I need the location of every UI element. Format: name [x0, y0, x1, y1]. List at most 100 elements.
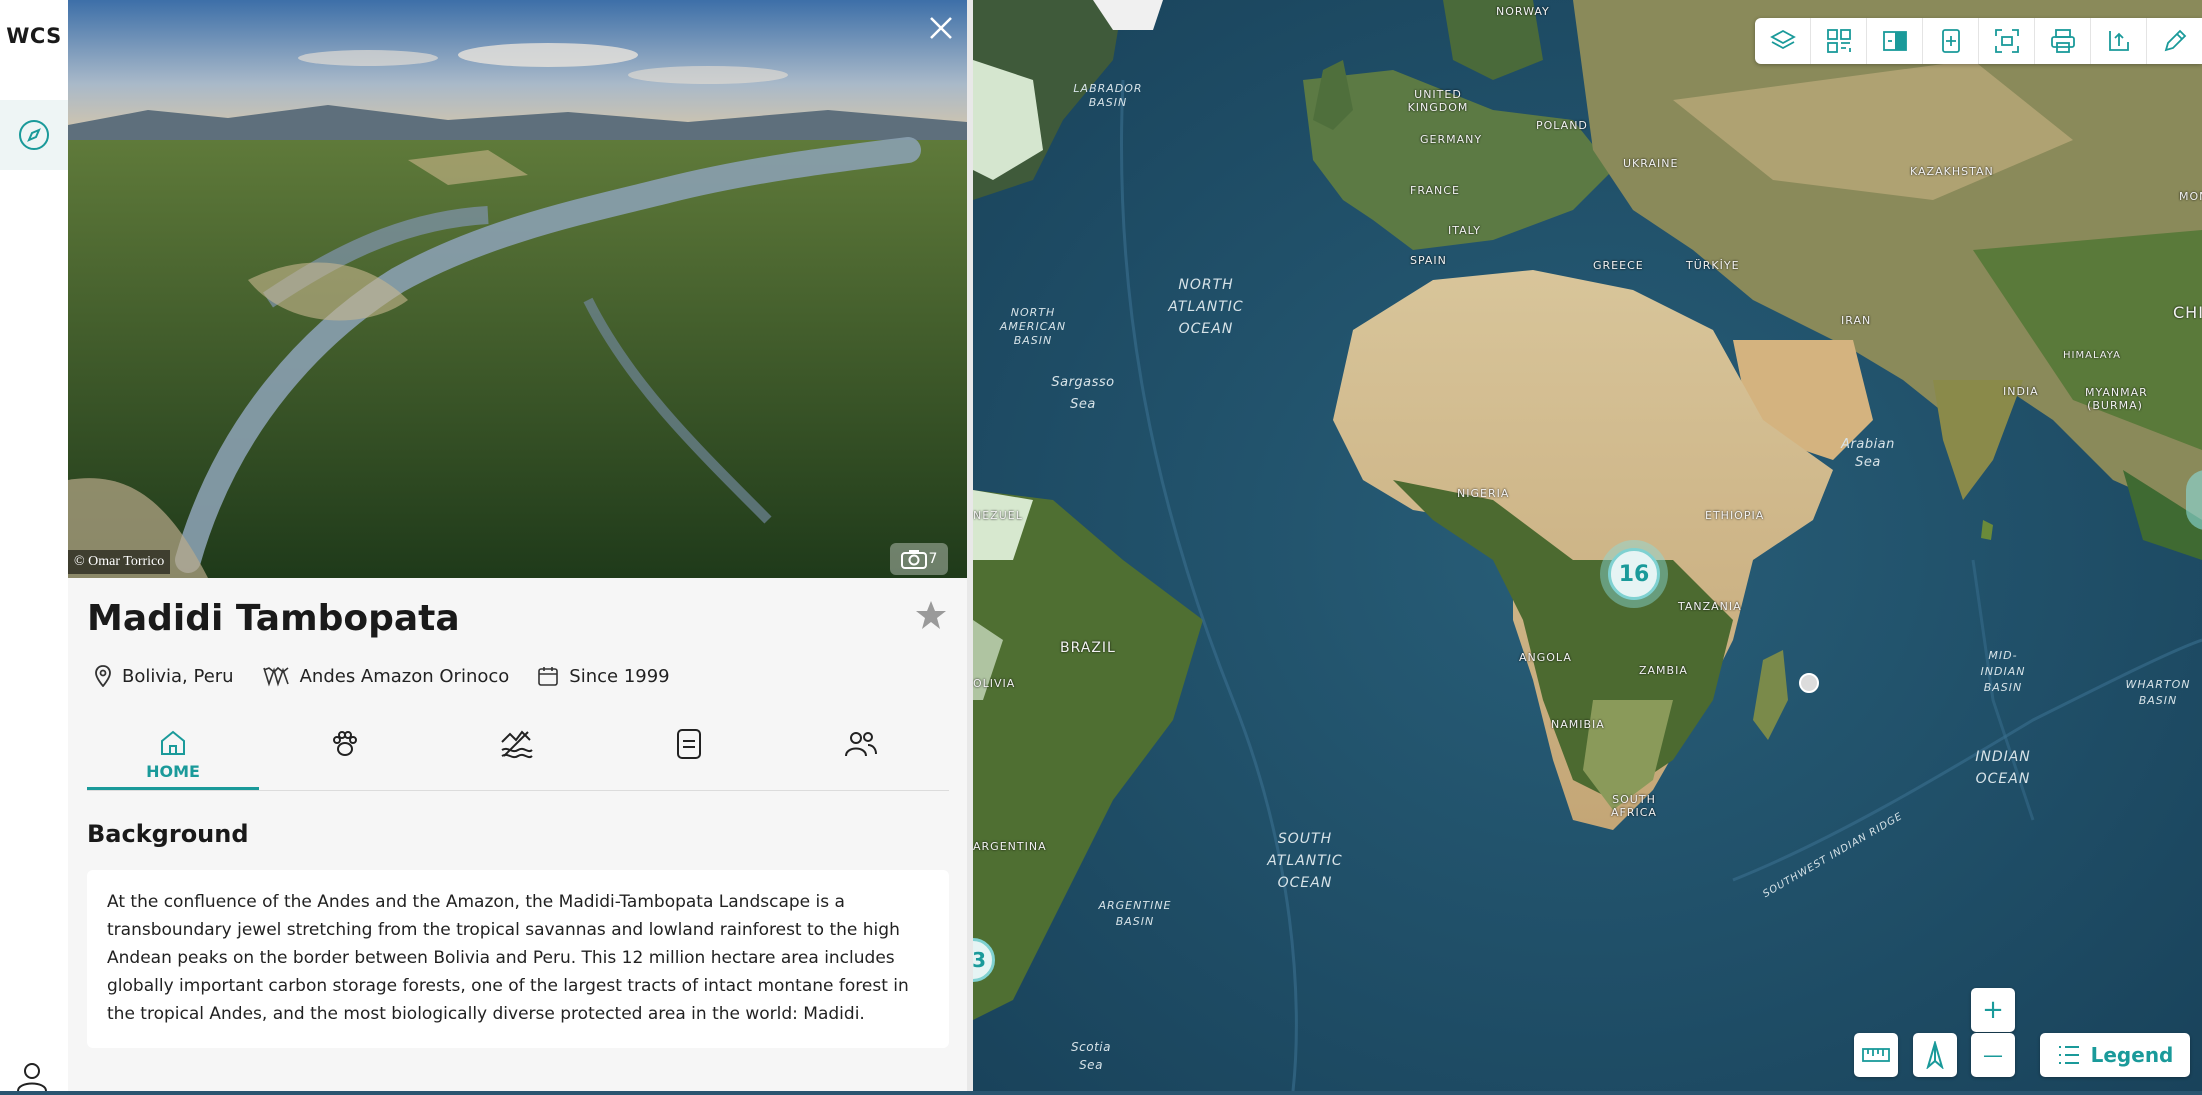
- label-south-atlantic: SOUTH ATLANTIC OCEAN: [1267, 831, 1343, 891]
- panel-divider[interactable]: [967, 0, 973, 1091]
- location-pin-icon: [95, 665, 111, 687]
- region-icon: [262, 666, 289, 687]
- report-button[interactable]: [1923, 18, 1979, 64]
- panel-tabs: HOME: [87, 720, 949, 791]
- country-label: ZAMBIA: [1639, 664, 1688, 677]
- compare-button[interactable]: [1867, 18, 1923, 64]
- compass-north-icon: [1926, 1041, 1944, 1069]
- explore-nav-button[interactable]: [0, 100, 68, 170]
- north-button[interactable]: [1913, 1033, 1957, 1077]
- country-label: CHIN: [2173, 303, 2202, 322]
- meta-since-text: Since 1999: [569, 665, 670, 687]
- layers-button[interactable]: [1755, 18, 1811, 64]
- list-icon: [2058, 1046, 2079, 1064]
- compare-icon: [1882, 31, 1907, 51]
- country-label: NIGERIA: [1457, 487, 1510, 500]
- tab-home[interactable]: HOME: [87, 720, 259, 790]
- country-label: OLIVIA: [973, 677, 1016, 690]
- favorite-button[interactable]: [914, 598, 948, 632]
- tab-home-label: HOME: [146, 762, 200, 781]
- meta-location: Bolivia, Peru: [94, 665, 234, 687]
- country-label: TÜRKİYE: [1686, 259, 1740, 272]
- country-label: SPAIN: [1410, 254, 1447, 267]
- world-map[interactable]: NORTH ATLANTIC OCEAN SOUTH ATLANTIC OCEA…: [973, 0, 2202, 1091]
- legend-button[interactable]: Legend: [2040, 1033, 2190, 1077]
- country-label: POLAND: [1536, 119, 1588, 132]
- document-icon: [677, 729, 701, 759]
- landscape-cluster-marker[interactable]: 16: [1600, 540, 1668, 608]
- label-mid-indian-basin: MID- INDIAN BASIN: [1980, 649, 2026, 694]
- landscape-meta: Bolivia, Peru Andes Amazon Orinoco Since…: [94, 665, 670, 687]
- tab-landscape[interactable]: [431, 720, 603, 790]
- map-point-marker[interactable]: [1799, 673, 1819, 693]
- photo-credit: © Omar Torrico: [68, 550, 171, 574]
- country-label: ARGENTINA: [973, 840, 1047, 853]
- landscape-title: Madidi Tambopata: [87, 598, 460, 639]
- map-toolbar: [1755, 18, 2202, 64]
- fullscreen-button[interactable]: [1979, 18, 2035, 64]
- ruler-icon: [1862, 1048, 1890, 1062]
- left-rail: WCS: [0, 0, 68, 1092]
- camera-icon: [900, 550, 927, 569]
- meta-location-text: Bolivia, Peru: [122, 665, 234, 687]
- qr-button[interactable]: [1811, 18, 1867, 64]
- meta-since: Since 1999: [537, 665, 670, 687]
- label-indian-ocean: INDIAN OCEAN: [1975, 749, 2031, 787]
- close-icon: [930, 17, 952, 39]
- label-na-basin: NORTH AMERICAN BASIN: [999, 306, 1067, 347]
- label-argentine-basin: ARGENTINE BASIN: [1098, 899, 1172, 928]
- calendar-icon: [538, 667, 559, 686]
- country-label: KAZAKHSTAN: [1910, 165, 1994, 178]
- country-label: NEZUEL: [973, 509, 1023, 522]
- cluster-count: 16: [1608, 548, 1660, 600]
- zoom-out-label: —: [1983, 1043, 2003, 1067]
- country-label: UNITED KINGDOM: [1407, 88, 1469, 114]
- country-label: ETHIOPIA: [1705, 509, 1765, 522]
- print-icon: [2050, 29, 2075, 53]
- star-icon: [916, 601, 946, 629]
- compass-icon: [19, 120, 49, 150]
- upload-button[interactable]: [2091, 18, 2147, 64]
- country-label: GREECE: [1593, 259, 1644, 272]
- tab-people[interactable]: [775, 720, 947, 790]
- zoom-out-button[interactable]: —: [1971, 1033, 2015, 1077]
- country-label: MONGO: [2179, 190, 2202, 203]
- qr-icon: [1826, 29, 1851, 53]
- draw-button[interactable]: [2147, 18, 2202, 64]
- meta-region: Andes Amazon Orinoco: [262, 665, 510, 687]
- country-label: HIMALAYA: [2063, 350, 2121, 361]
- tab-documents[interactable]: [603, 720, 775, 790]
- country-label: UKRAINE: [1623, 157, 1679, 170]
- measure-button[interactable]: [1854, 1033, 1898, 1077]
- background-heading: Background: [87, 820, 249, 848]
- country-label: IRAN: [1841, 314, 1872, 327]
- country-label: ITALY: [1448, 224, 1482, 237]
- layers-icon: [1769, 29, 1796, 50]
- zoom-in-button[interactable]: +: [1971, 988, 2015, 1032]
- photo-gallery-button[interactable]: 7: [890, 543, 948, 575]
- user-button[interactable]: [12, 1060, 52, 1092]
- label-north-atlantic: NORTH ATLANTIC OCEAN: [1168, 277, 1244, 337]
- upload-icon: [2108, 31, 2129, 51]
- country-label: TANZANIA: [1678, 600, 1742, 613]
- label-arabian-sea: Arabian Sea: [1841, 437, 1895, 470]
- home-icon: [161, 730, 185, 755]
- landscape-icon: [501, 730, 533, 759]
- legend-label: Legend: [2090, 1043, 2174, 1067]
- landscape-panel: © Omar Torrico 7 Madidi Tambopata Bolivi…: [68, 0, 973, 1091]
- landscape-cluster-marker-right[interactable]: [2186, 470, 2202, 530]
- country-label: SOUTH AFRICA: [1611, 793, 1657, 819]
- app-logo[interactable]: WCS: [0, 24, 68, 48]
- fullscreen-icon: [1994, 29, 2019, 53]
- country-label: FRANCE: [1410, 184, 1460, 197]
- country-label: INDIA: [2003, 385, 2039, 398]
- photo-count: 7: [928, 551, 938, 567]
- close-panel-button[interactable]: [923, 10, 959, 46]
- user-icon: [17, 1063, 47, 1092]
- country-label: ANGOLA: [1519, 651, 1572, 664]
- print-button[interactable]: [2035, 18, 2091, 64]
- tab-wildlife[interactable]: [259, 720, 431, 790]
- zoom-in-label: +: [1982, 995, 2004, 1025]
- meta-region-text: Andes Amazon Orinoco: [299, 665, 510, 687]
- label-labrador-basin: LABRADOR BASIN: [1073, 82, 1143, 109]
